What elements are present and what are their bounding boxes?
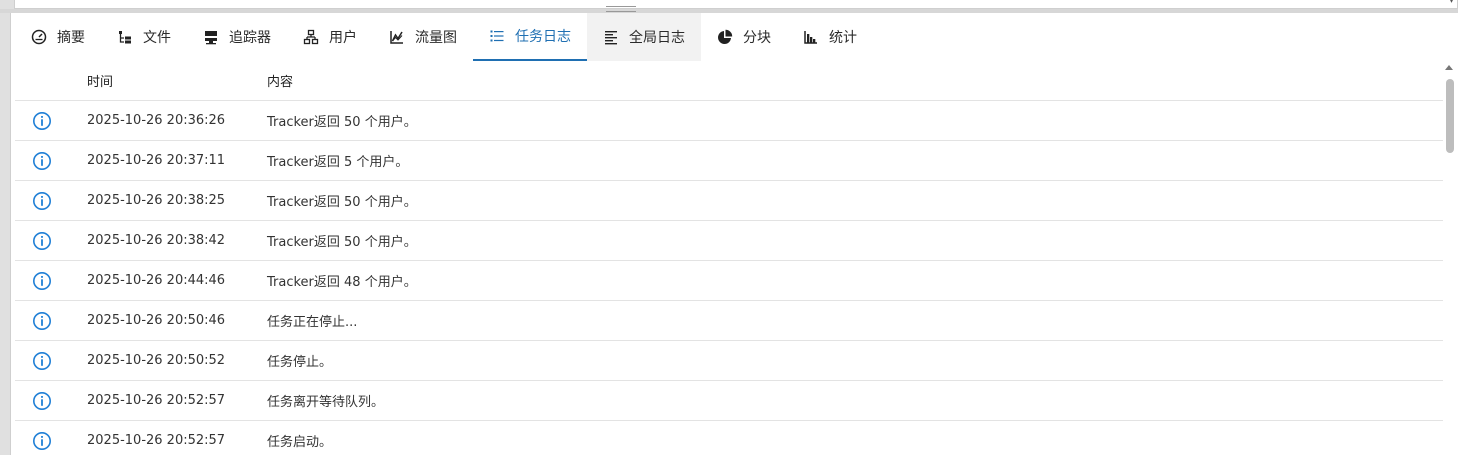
scrollbar-thumb[interactable]	[1446, 79, 1454, 153]
table-row[interactable]: 2025-10-26 20:44:46 Tracker返回 48 个用户。	[15, 261, 1443, 301]
row-time: 2025-10-26 20:50:52	[87, 353, 226, 368]
tab-task-log[interactable]: 任务日志	[473, 13, 587, 61]
row-time: 2025-10-26 20:37:11	[87, 153, 226, 168]
splitter-grip-icon[interactable]	[606, 6, 636, 12]
server-icon	[205, 31, 217, 45]
tab-speed-graph[interactable]: 流量图	[373, 13, 473, 61]
file-tree-icon	[119, 31, 131, 44]
upper-pane-edge: ▾	[14, 0, 1458, 9]
info-icon	[33, 431, 51, 450]
bar-chart-icon	[804, 31, 817, 44]
task-log-table: 时间 内容 2025-10-26 20:36:26 Tracker返回 50 个用…	[15, 61, 1443, 455]
tab-summary[interactable]: 摘要	[15, 13, 101, 61]
row-message: Tracker返回 5 个用户。	[267, 155, 409, 170]
info-icon	[33, 191, 51, 210]
tab-label: 用户	[329, 30, 357, 46]
row-level-cell	[15, 191, 87, 211]
table-header: 时间 内容	[15, 61, 1443, 101]
tab-label: 全局日志	[629, 30, 685, 46]
row-message: Tracker返回 50 个用户。	[267, 115, 417, 130]
table-row[interactable]: 2025-10-26 20:36:26 Tracker返回 50 个用户。	[15, 101, 1443, 141]
tab-label: 任务日志	[515, 29, 571, 45]
scroll-up-icon[interactable]	[1445, 65, 1453, 70]
tab-files[interactable]: 文件	[101, 13, 187, 61]
pie-chart-icon	[718, 29, 733, 44]
table-row[interactable]: 2025-10-26 20:52:57 任务离开等待队列。	[15, 381, 1443, 421]
tab-label: 统计	[829, 30, 857, 46]
info-icon	[33, 311, 51, 330]
tab-pieces[interactable]: 分块	[701, 13, 787, 61]
table-row[interactable]: 2025-10-26 20:37:11 Tracker返回 5 个用户。	[15, 141, 1443, 181]
tab-peers[interactable]: 用户	[287, 13, 373, 61]
row-time: 2025-10-26 20:38:25	[87, 193, 226, 208]
tab-statistics[interactable]: 统计	[787, 13, 873, 61]
info-icon	[33, 111, 51, 130]
vertical-scrollbar[interactable]	[1442, 61, 1458, 455]
list-icon	[490, 30, 504, 42]
table-row[interactable]: 2025-10-26 20:38:25 Tracker返回 50 个用户。	[15, 181, 1443, 221]
table-body: 2025-10-26 20:36:26 Tracker返回 50 个用户。 2025…	[15, 101, 1443, 455]
app-root: ▾ 摘要 文件 追踪器 用户 流量图 任务日志 全局日志 分块 统计 时间 内容…	[0, 0, 1458, 455]
row-time: 2025-10-26 20:44:46	[87, 273, 226, 288]
tab-label: 摘要	[57, 30, 85, 46]
info-icon	[33, 271, 51, 290]
row-time: 2025-10-26 20:36:26	[87, 113, 226, 128]
row-time: 2025-10-26 20:52:57	[87, 393, 226, 408]
details-panel: 摘要 文件 追踪器 用户 流量图 任务日志 全局日志 分块 统计 时间 内容 2…	[10, 13, 1458, 455]
row-message: 任务离开等待队列。	[267, 395, 385, 410]
row-level-cell	[15, 391, 87, 411]
row-time: 2025-10-26 20:38:42	[87, 233, 226, 248]
header-content[interactable]: 内容	[267, 71, 1443, 90]
tab-label: 文件	[143, 30, 171, 46]
info-icon	[33, 231, 51, 250]
row-level-cell	[15, 111, 87, 131]
header-time[interactable]: 时间	[87, 71, 267, 90]
table-row[interactable]: 2025-10-26 20:50:46 任务正在停止...	[15, 301, 1443, 341]
table-row[interactable]: 2025-10-26 20:38:42 Tracker返回 50 个用户。	[15, 221, 1443, 261]
row-time: 2025-10-26 20:52:57	[87, 433, 226, 448]
row-level-cell	[15, 231, 87, 251]
info-icon	[33, 391, 51, 410]
row-level-cell	[15, 351, 87, 371]
info-icon	[33, 151, 51, 170]
row-level-cell	[15, 311, 87, 331]
table-row[interactable]: 2025-10-26 20:52:57 任务启动。	[15, 421, 1443, 455]
chart-line-icon	[390, 31, 403, 44]
table-row[interactable]: 2025-10-26 20:50:52 任务停止。	[15, 341, 1443, 381]
row-message: Tracker返回 48 个用户。	[267, 275, 417, 290]
chevron-down-icon[interactable]: ▾	[1449, 0, 1454, 6]
tab-global-log[interactable]: 全局日志	[587, 13, 701, 61]
tab-label: 分块	[743, 30, 771, 46]
row-message: 任务正在停止...	[267, 315, 358, 330]
row-time: 2025-10-26 20:50:46	[87, 313, 226, 328]
text-lines-icon	[605, 31, 617, 45]
tab-label: 追踪器	[229, 30, 271, 46]
row-message: Tracker返回 50 个用户。	[267, 235, 417, 250]
network-icon	[303, 29, 319, 45]
row-level-cell	[15, 431, 87, 451]
tab-trackers[interactable]: 追踪器	[187, 13, 287, 61]
row-level-cell	[15, 151, 87, 171]
row-message: Tracker返回 50 个用户。	[267, 195, 417, 210]
info-icon	[33, 351, 51, 370]
detail-tabs: 摘要 文件 追踪器 用户 流量图 任务日志 全局日志 分块 统计	[15, 13, 873, 61]
dashboard-icon	[31, 29, 47, 45]
tab-label: 流量图	[415, 30, 457, 46]
row-message: 任务停止。	[267, 355, 333, 370]
row-message: 任务启动。	[267, 435, 333, 450]
row-level-cell	[15, 271, 87, 291]
